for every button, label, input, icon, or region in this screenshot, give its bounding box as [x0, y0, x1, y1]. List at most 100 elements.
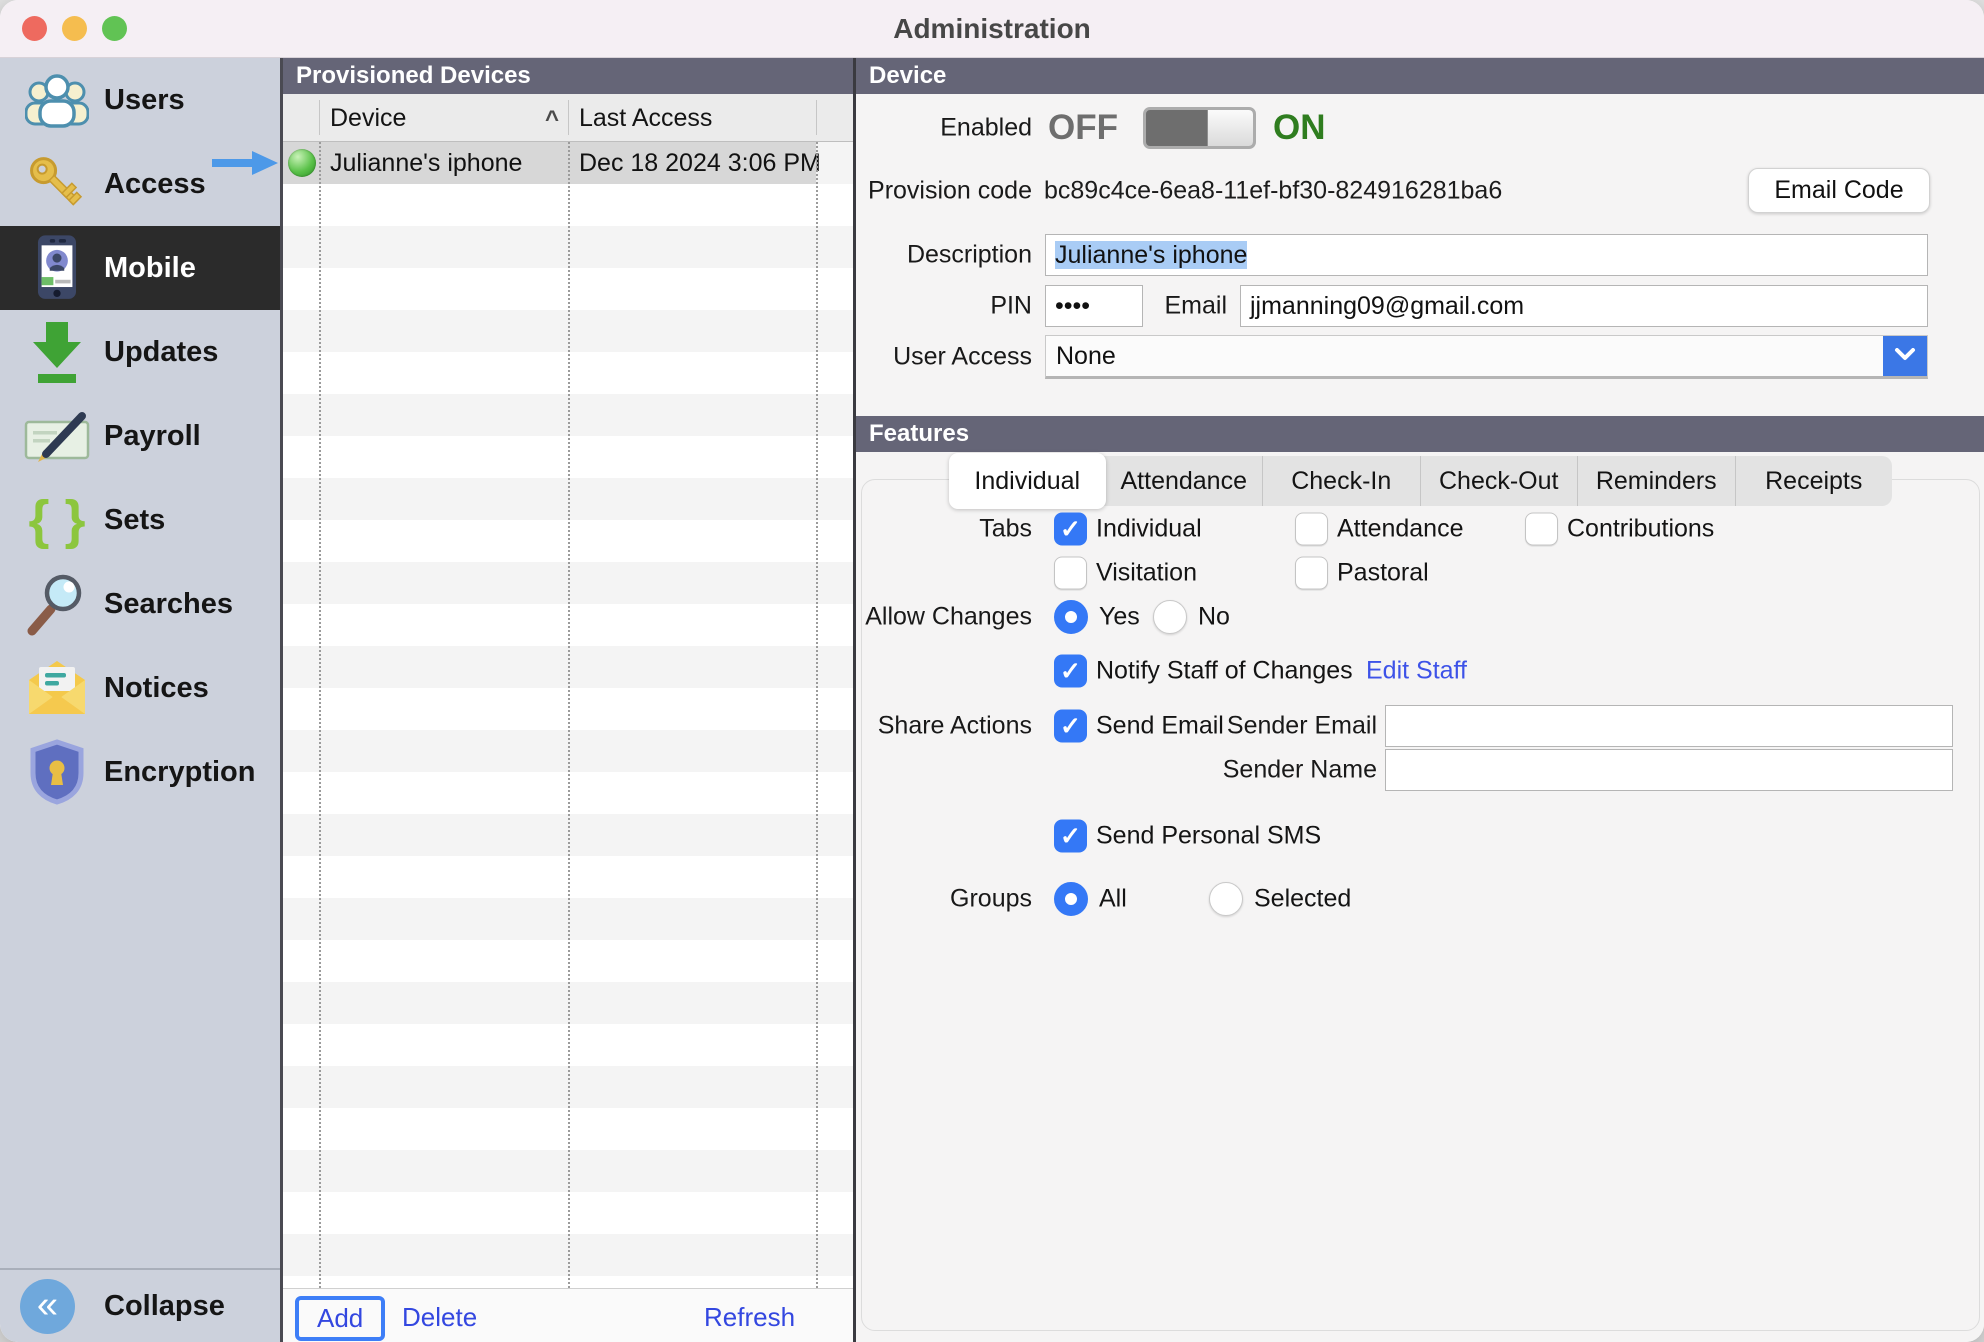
- column-separator: [319, 100, 320, 135]
- column-header-last-access[interactable]: Last Access: [579, 94, 712, 142]
- sidebar-item-notices[interactable]: Notices: [0, 646, 280, 730]
- magnifier-icon: [24, 567, 90, 641]
- checkbox-pastoral[interactable]: [1295, 557, 1328, 590]
- column-header-device[interactable]: Device: [330, 94, 406, 142]
- send-sms-row: Send Personal SMS: [856, 815, 1984, 857]
- sidebar-item-label: Users: [104, 84, 185, 117]
- edit-staff-link[interactable]: Edit Staff: [1366, 657, 1467, 686]
- sidebar-item-payroll[interactable]: Payroll: [0, 394, 280, 478]
- device-name-cell[interactable]: Julianne's iphone: [330, 142, 522, 184]
- checkbox-send-personal-sms[interactable]: [1054, 820, 1087, 853]
- allow-changes-label: Allow Changes: [856, 603, 1032, 632]
- sidebar-item-sets[interactable]: { } Sets: [0, 478, 280, 562]
- sidebar-item-searches[interactable]: Searches: [0, 562, 280, 646]
- provisioned-devices-panel: Provisioned Devices Device ^ Last Access…: [283, 58, 853, 1342]
- refresh-button[interactable]: Refresh: [698, 1301, 801, 1334]
- checkbox-label: Individual: [1096, 515, 1202, 544]
- collapse-button[interactable]: « Collapse: [0, 1268, 280, 1342]
- sender-email-label: Sender Email: [1166, 712, 1377, 741]
- checkbox-attendance[interactable]: [1295, 513, 1328, 546]
- tab-check-in[interactable]: Check-In: [1262, 456, 1420, 506]
- shield-icon: [24, 735, 90, 809]
- sidebar-item-mobile[interactable]: Mobile: [0, 226, 280, 310]
- toggle-knob: [1207, 110, 1253, 146]
- sidebar-item-label: Access: [104, 168, 206, 201]
- tab-individual[interactable]: Individual: [949, 453, 1106, 509]
- provisioned-devices-header: Provisioned Devices: [283, 58, 853, 94]
- enabled-toggle[interactable]: [1143, 107, 1256, 149]
- tabs-options-row-1: Tabs Individual Attendance Contributions: [856, 508, 1984, 550]
- share-actions-label: Share Actions: [856, 712, 1032, 741]
- sidebar-item-encryption[interactable]: Encryption: [0, 730, 280, 814]
- selected-text: Julianne's iphone: [1055, 241, 1247, 269]
- sidebar-item-updates[interactable]: Updates: [0, 310, 280, 394]
- checkbox-label: Send Personal SMS: [1096, 822, 1321, 851]
- device-list-toolbar: Add Delete Refresh: [283, 1288, 853, 1342]
- sidebar-item-label: Payroll: [104, 420, 201, 453]
- key-icon: [24, 147, 90, 221]
- online-status-dot-icon: [288, 149, 316, 177]
- device-detail-panel: Device Enabled OFF ON Provision code bc8…: [853, 58, 1984, 1342]
- sender-name-label: Sender Name: [1166, 756, 1377, 785]
- radio-label: All: [1099, 885, 1127, 914]
- email-label: Email: [1143, 292, 1227, 321]
- checkbox-label: Visitation: [1096, 559, 1197, 588]
- user-access-value: None: [1056, 342, 1116, 370]
- sender-email-field[interactable]: [1385, 705, 1953, 747]
- sender-name-row: Sender Name: [856, 749, 1984, 791]
- sidebar-item-label: Updates: [104, 336, 218, 369]
- device-table-body: Julianne's iphone Dec 18 2024 3:06 PM: [283, 142, 853, 1288]
- tab-receipts[interactable]: Receipts: [1735, 456, 1893, 506]
- radio-groups-all[interactable]: [1054, 882, 1088, 916]
- check-pen-icon: [24, 399, 90, 473]
- sidebar-item-users[interactable]: Users: [0, 58, 280, 142]
- notify-staff-row: Notify Staff of Changes Edit Staff: [856, 650, 1984, 692]
- tabs-options-row-2: Visitation Pastoral: [856, 552, 1984, 594]
- sidebar-item-label: Mobile: [104, 252, 196, 285]
- delete-button[interactable]: Delete: [396, 1301, 483, 1334]
- email-code-button[interactable]: Email Code: [1748, 168, 1930, 213]
- enabled-label: Enabled: [856, 114, 1032, 143]
- radio-label: Yes: [1099, 603, 1140, 632]
- features-section-header: Features: [856, 416, 1984, 452]
- users-icon: [24, 63, 90, 137]
- checkbox-visitation[interactable]: [1054, 557, 1087, 590]
- checkbox-send-email[interactable]: [1054, 710, 1087, 743]
- column-separator: [816, 100, 817, 135]
- radio-no[interactable]: [1153, 600, 1187, 634]
- radio-groups-selected[interactable]: [1209, 882, 1243, 916]
- user-access-dropdown[interactable]: None: [1045, 335, 1928, 379]
- sender-name-field[interactable]: [1385, 749, 1953, 791]
- checkbox-individual[interactable]: [1054, 513, 1087, 546]
- tab-check-out[interactable]: Check-Out: [1420, 456, 1578, 506]
- groups-row: Groups All Selected: [856, 878, 1984, 920]
- pin-field[interactable]: ••••: [1045, 285, 1143, 327]
- dropdown-button[interactable]: [1883, 336, 1927, 376]
- checkbox-label: Pastoral: [1337, 559, 1429, 588]
- sort-ascending-icon[interactable]: ^: [545, 94, 559, 142]
- tab-reminders[interactable]: Reminders: [1577, 456, 1735, 506]
- access-pointer-arrow-icon: [212, 151, 278, 175]
- sidebar: Users Access: [0, 58, 283, 1342]
- window-title: Administration: [0, 0, 1984, 57]
- checkbox-label: Attendance: [1337, 515, 1464, 544]
- on-state-label: ON: [1273, 108, 1326, 148]
- email-field[interactable]: jjmanning09@gmail.com: [1240, 285, 1928, 327]
- checkbox-notify-staff[interactable]: [1054, 655, 1087, 688]
- add-button[interactable]: Add: [311, 1302, 369, 1335]
- column-dotted-separator: [816, 142, 818, 1288]
- description-field[interactable]: Julianne's iphone: [1045, 234, 1928, 276]
- provision-code-row: Provision code bc89c4ce-6ea8-11ef-bf30-8…: [856, 170, 1984, 212]
- last-access-cell[interactable]: Dec 18 2024 3:06 PM: [579, 142, 821, 184]
- off-state-label: OFF: [1048, 108, 1118, 148]
- collapse-label: Collapse: [104, 1290, 225, 1323]
- pin-label: PIN: [856, 292, 1032, 321]
- radio-yes[interactable]: [1054, 600, 1088, 634]
- provision-code-label: Provision code: [856, 177, 1032, 206]
- features-tab-bar: Individual Attendance Check-In Check-Out…: [949, 456, 1892, 506]
- column-dotted-separator: [319, 142, 321, 1288]
- tab-attendance[interactable]: Attendance: [1106, 456, 1263, 506]
- column-dotted-separator: [568, 142, 570, 1288]
- sidebar-item-label: Searches: [104, 588, 233, 621]
- checkbox-contributions[interactable]: [1525, 513, 1558, 546]
